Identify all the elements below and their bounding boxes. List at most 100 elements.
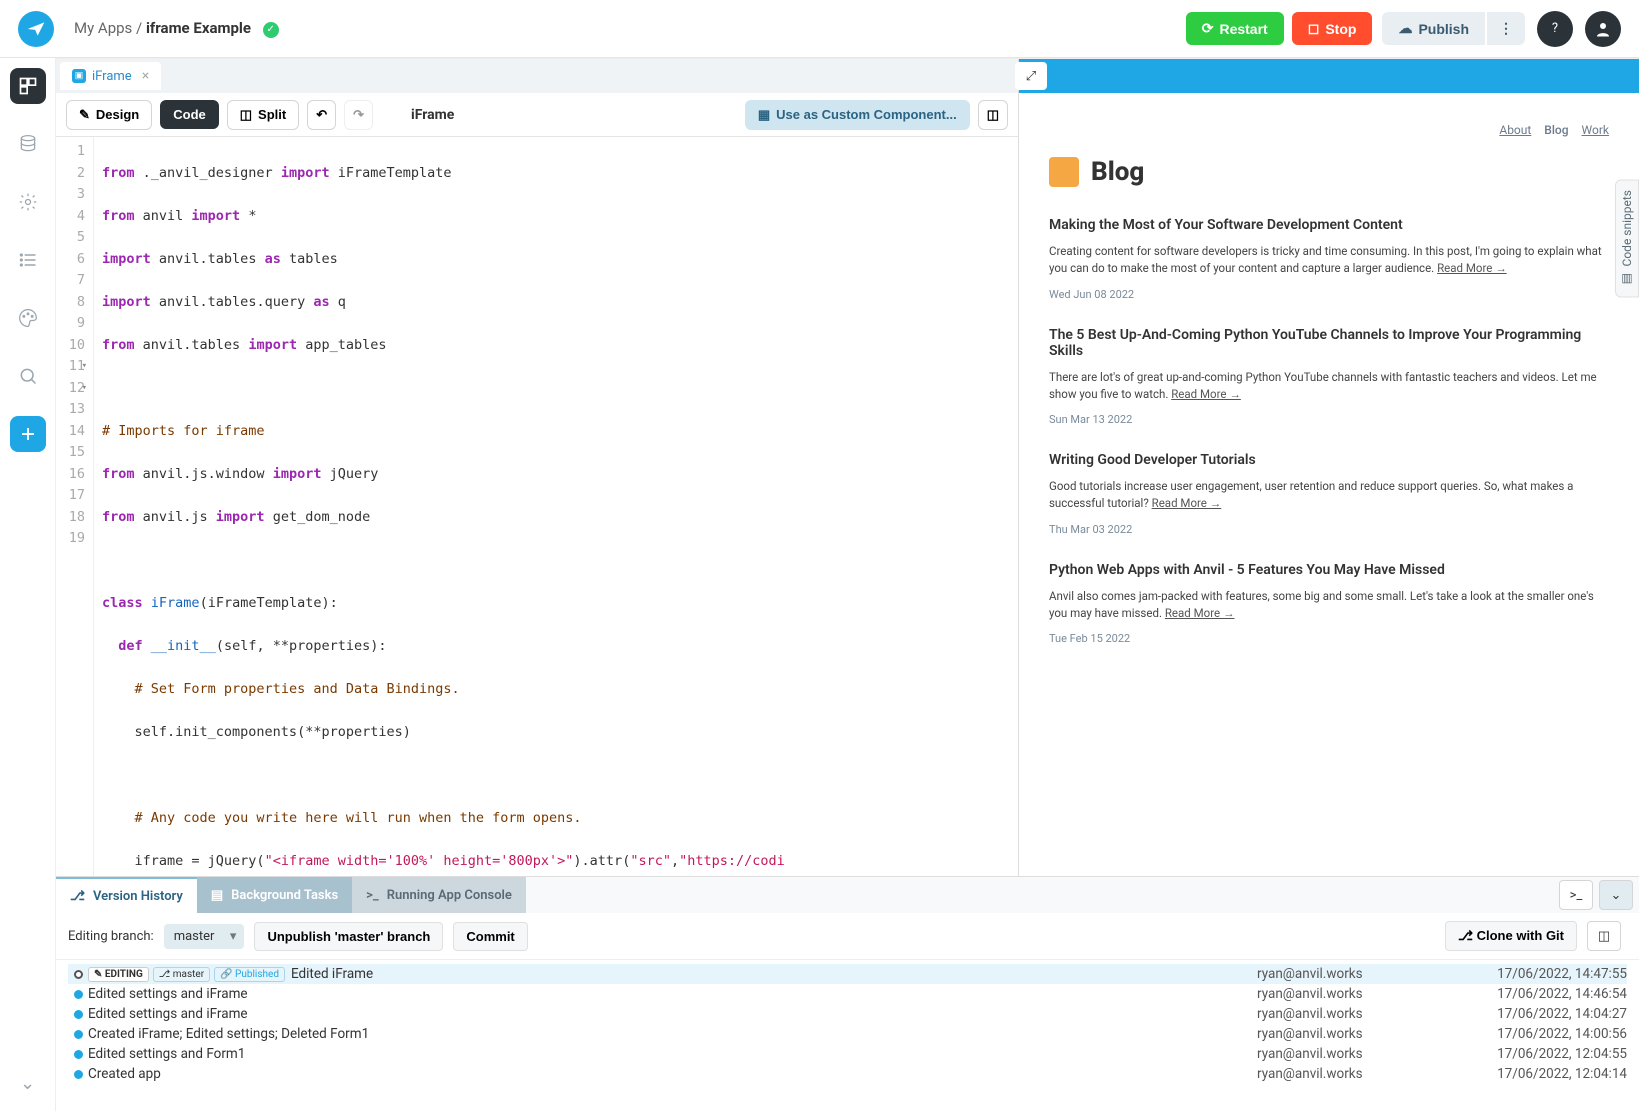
read-more-link[interactable]: Read More → — [1152, 496, 1222, 510]
commit-author: ryan@anvil.works — [1257, 1046, 1457, 1062]
breadcrumb-root[interactable]: My Apps — [74, 19, 132, 37]
commit-row[interactable]: Created app ryan@anvil.works 17/06/2022,… — [68, 1064, 1627, 1084]
code-content[interactable]: from ._anvil_designer import iFrameTempl… — [94, 137, 1018, 876]
terminal-icon: >_ — [1570, 888, 1583, 903]
chevron-down-icon: ⌄ — [1611, 888, 1622, 903]
form-icon: ▣ — [72, 69, 86, 83]
nav-blog[interactable]: Blog — [1544, 123, 1568, 137]
user-icon — [1594, 20, 1612, 38]
bottom-panel: ⎇ Version History ▤ Background Tasks >_ … — [56, 876, 1639, 1111]
split-button[interactable]: ◫ Split — [227, 100, 299, 130]
publish-menu-button[interactable]: ⋮ — [1487, 12, 1525, 45]
unpublish-button[interactable]: Unpublish 'master' branch — [254, 922, 443, 951]
nav-list[interactable] — [10, 242, 46, 278]
design-button[interactable]: ✎ Design — [66, 100, 152, 130]
code-snippets-button[interactable]: ▥ Code snippets — [1615, 179, 1639, 297]
close-icon[interactable]: × — [142, 68, 149, 84]
blog-header: Blog — [1049, 157, 1609, 187]
collapse-panel-button[interactable]: ⌄ — [1599, 880, 1633, 910]
expand-preview-button[interactable]: ⤢ — [1015, 62, 1047, 90]
editing-badge: ✎ EDITING — [88, 967, 149, 982]
stop-button[interactable]: ◻ Stop — [1292, 12, 1373, 45]
split-icon: ◫ — [240, 107, 252, 123]
nav-search[interactable] — [10, 358, 46, 394]
cursor-icon: ✎ — [79, 107, 90, 123]
clone-git-button[interactable]: ⎇ Clone with Git — [1445, 921, 1577, 951]
commit-message: Edited iFrame — [291, 966, 1257, 982]
nav-add[interactable] — [10, 416, 46, 452]
commit-row[interactable]: Created iFrame; Edited settings; Deleted… — [68, 1024, 1627, 1044]
undo-button[interactable]: ↶ — [307, 100, 336, 130]
commit-dot-icon — [74, 970, 83, 979]
palette-icon — [18, 308, 38, 328]
commit-row[interactable]: Edited settings and iFrame ryan@anvil.wo… — [68, 984, 1627, 1004]
layout-button[interactable]: ◫ — [1587, 921, 1621, 951]
nav-about[interactable]: About — [1499, 123, 1531, 137]
read-more-link[interactable]: Read More → — [1165, 606, 1235, 620]
bottom-tabs: ⎇ Version History ▤ Background Tasks >_ … — [56, 877, 1639, 913]
nav-app-browser[interactable] — [10, 68, 46, 104]
tab-iframe[interactable]: ▣ iFrame × — [60, 62, 161, 90]
post-body: Anvil also comes jam-packed with feature… — [1049, 588, 1609, 623]
commit-message: Edited settings and iFrame — [88, 1006, 1257, 1022]
blog-post: Making the Most of Your Software Develop… — [1049, 217, 1609, 301]
list-icon — [18, 250, 38, 270]
commit-row[interactable]: Edited settings and iFrame ryan@anvil.wo… — [68, 1004, 1627, 1024]
code-button[interactable]: Code — [160, 100, 219, 129]
redo-icon: ↷ — [353, 107, 364, 123]
publish-button[interactable]: ☁ Publish — [1382, 12, 1485, 45]
post-title[interactable]: Writing Good Developer Tutorials — [1049, 452, 1609, 468]
nav-work[interactable]: Work — [1582, 123, 1609, 137]
post-title[interactable]: The 5 Best Up-And-Coming Python YouTube … — [1049, 327, 1609, 359]
account-button[interactable] — [1585, 11, 1621, 47]
blog-post: The 5 Best Up-And-Coming Python YouTube … — [1049, 327, 1609, 427]
commit-dot-icon — [74, 1030, 83, 1039]
undo-icon: ↶ — [316, 107, 327, 123]
panel-toggle-button[interactable]: ◫ — [978, 100, 1008, 130]
read-more-link[interactable]: Read More → — [1171, 387, 1241, 401]
commit-row[interactable]: Edited settings and Form1 ryan@anvil.wor… — [68, 1044, 1627, 1064]
post-title[interactable]: Making the Most of Your Software Develop… — [1049, 217, 1609, 233]
nav-database[interactable] — [10, 126, 46, 162]
branch-select[interactable]: master — [164, 924, 245, 949]
help-icon: ? — [1552, 21, 1558, 36]
breadcrumb-app[interactable]: iframe Example — [146, 19, 251, 37]
cloud-icon: ☁ — [1398, 20, 1412, 37]
tab-running-console[interactable]: >_ Running App Console — [352, 877, 526, 913]
commit-message: Edited settings and Form1 — [88, 1046, 1257, 1062]
preview-pane: ⤢ About Blog Work Blog Ma — [1019, 59, 1639, 876]
use-custom-component-button[interactable]: ▦ Use as Custom Component... — [745, 100, 970, 130]
post-body: Creating content for software developers… — [1049, 243, 1609, 278]
help-button[interactable]: ? — [1537, 11, 1573, 47]
app-logo[interactable] — [18, 11, 54, 47]
restart-icon: ⟳ — [1202, 20, 1214, 37]
nav-settings[interactable] — [10, 184, 46, 220]
form-name-label: iFrame — [411, 107, 454, 123]
redo-button[interactable]: ↷ — [344, 100, 373, 130]
nav-theme[interactable] — [10, 300, 46, 336]
commit-time: 17/06/2022, 14:47:55 — [1457, 966, 1627, 982]
avatar — [1049, 157, 1079, 187]
blog-post: Writing Good Developer Tutorials Good tu… — [1049, 452, 1609, 536]
kebab-icon: ⋮ — [1499, 20, 1513, 37]
read-more-link[interactable]: Read More → — [1437, 261, 1507, 275]
commit-button[interactable]: Commit — [453, 922, 527, 951]
commit-row[interactable]: ✎ EDITING ⎇ master 🔗 Published Edited iF… — [68, 964, 1627, 984]
commit-message: Created iFrame; Edited settings; Deleted… — [88, 1026, 1257, 1042]
nav-collapse[interactable]: ⌄ — [10, 1065, 46, 1101]
panel-icon: ◫ — [1598, 929, 1610, 944]
saved-check-icon: ✓ — [263, 22, 279, 38]
gear-icon — [18, 192, 38, 212]
terminal-button[interactable]: >_ — [1559, 880, 1593, 910]
commits-list: ✎ EDITING ⎇ master 🔗 Published Edited iF… — [56, 960, 1639, 1111]
preview-header: ⤢ — [1019, 59, 1639, 93]
file-tabstrip: ▣ iFrame × — [56, 59, 1018, 93]
tab-version-history[interactable]: ⎇ Version History — [56, 877, 197, 913]
code-editor[interactable]: 12345 678910 11▾12▾ 13141516 171819 from… — [56, 137, 1018, 876]
preview-body[interactable]: About Blog Work Blog Making the Most of … — [1019, 93, 1639, 876]
git-icon: ⎇ — [1458, 928, 1477, 943]
post-title[interactable]: Python Web Apps with Anvil - 5 Features … — [1049, 562, 1609, 578]
restart-button[interactable]: ⟳ Restart — [1186, 12, 1284, 45]
blog-nav: About Blog Work — [1049, 123, 1609, 137]
tab-background-tasks[interactable]: ▤ Background Tasks — [197, 877, 352, 913]
